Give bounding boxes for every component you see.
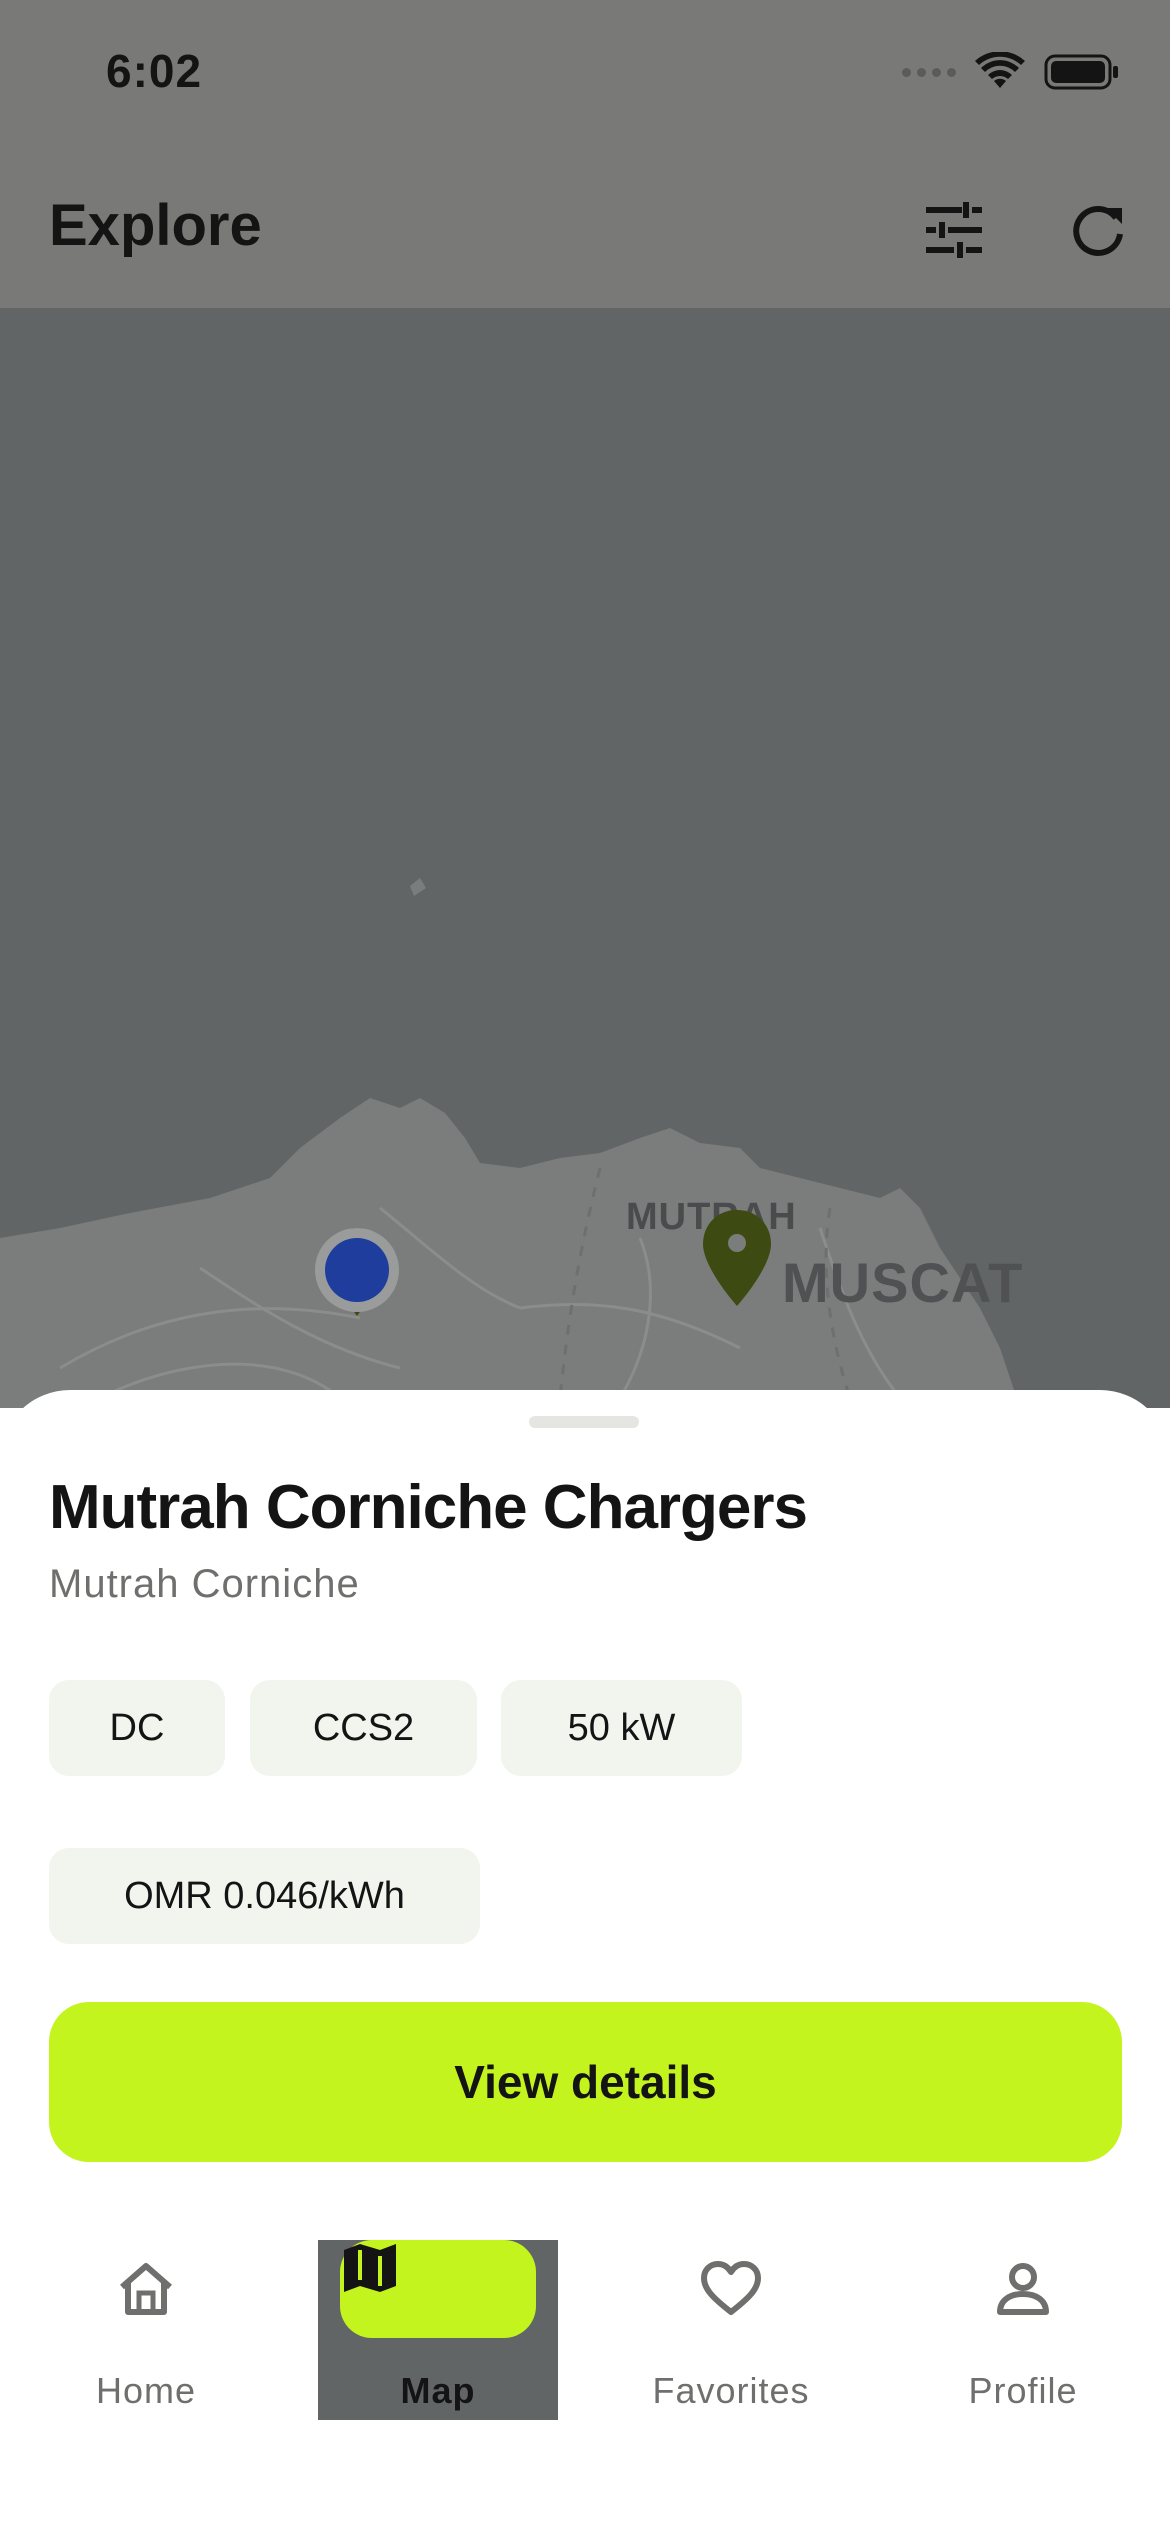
nav-item-profile[interactable]: Profile — [903, 2240, 1143, 2420]
app-header: Explore — [0, 150, 1170, 308]
nav-label-map: Map — [400, 2370, 476, 2411]
user-location-icon — [315, 1228, 399, 1316]
station-name: Mutrah Corniche Chargers — [49, 1473, 808, 1542]
bottom-navigation: Home Map Favorites Profile — [0, 2220, 1170, 2532]
cellular-signal-icon — [902, 67, 956, 77]
tag-current-type: DC — [49, 1680, 225, 1776]
filter-button[interactable] — [914, 190, 994, 270]
nav-label-favorites: Favorites — [652, 2370, 810, 2411]
map-view[interactable]: MUTRAH MUSCAT — [0, 308, 1170, 1408]
home-icon — [120, 2263, 172, 2315]
refresh-icon — [1073, 206, 1123, 256]
battery-icon — [1044, 54, 1118, 90]
nav-item-favorites[interactable]: Favorites — [611, 2240, 851, 2420]
map-label-muscat: MUSCAT — [782, 1251, 1024, 1314]
wifi-icon — [975, 52, 1025, 88]
station-bottom-sheet: Mutrah Corniche Chargers Mutrah Corniche… — [0, 1390, 1170, 2250]
map-land — [0, 878, 1020, 1408]
map-icon — [344, 2244, 396, 2292]
tag-connector: CCS2 — [250, 1680, 477, 1776]
map-pin-icon — [703, 1210, 771, 1306]
station-location: Mutrah Corniche — [49, 1562, 360, 1606]
person-icon — [997, 2263, 1049, 2315]
nav-item-map[interactable]: Map — [318, 2240, 558, 2420]
nav-item-home[interactable]: Home — [26, 2240, 266, 2420]
sliders-icon — [926, 202, 982, 258]
refresh-button[interactable] — [1058, 190, 1138, 270]
status-icons — [902, 52, 1120, 92]
nav-label-home: Home — [95, 2370, 197, 2411]
tag-price: OMR 0.046/kWh — [49, 1848, 480, 1944]
explore-screen: 6:02 Explore MUTRAH MUSCAT Mutrah Cornic… — [0, 0, 1170, 2532]
tag-power: 50 kW — [501, 1680, 742, 1776]
heart-icon — [701, 2261, 761, 2315]
status-bar: 6:02 — [0, 0, 1170, 150]
sheet-drag-handle[interactable] — [529, 1416, 639, 1428]
page-title: Explore — [49, 193, 262, 258]
status-time: 6:02 — [106, 45, 203, 97]
view-details-button[interactable]: View details — [49, 2002, 1122, 2162]
nav-label-profile: Profile — [968, 2370, 1078, 2411]
